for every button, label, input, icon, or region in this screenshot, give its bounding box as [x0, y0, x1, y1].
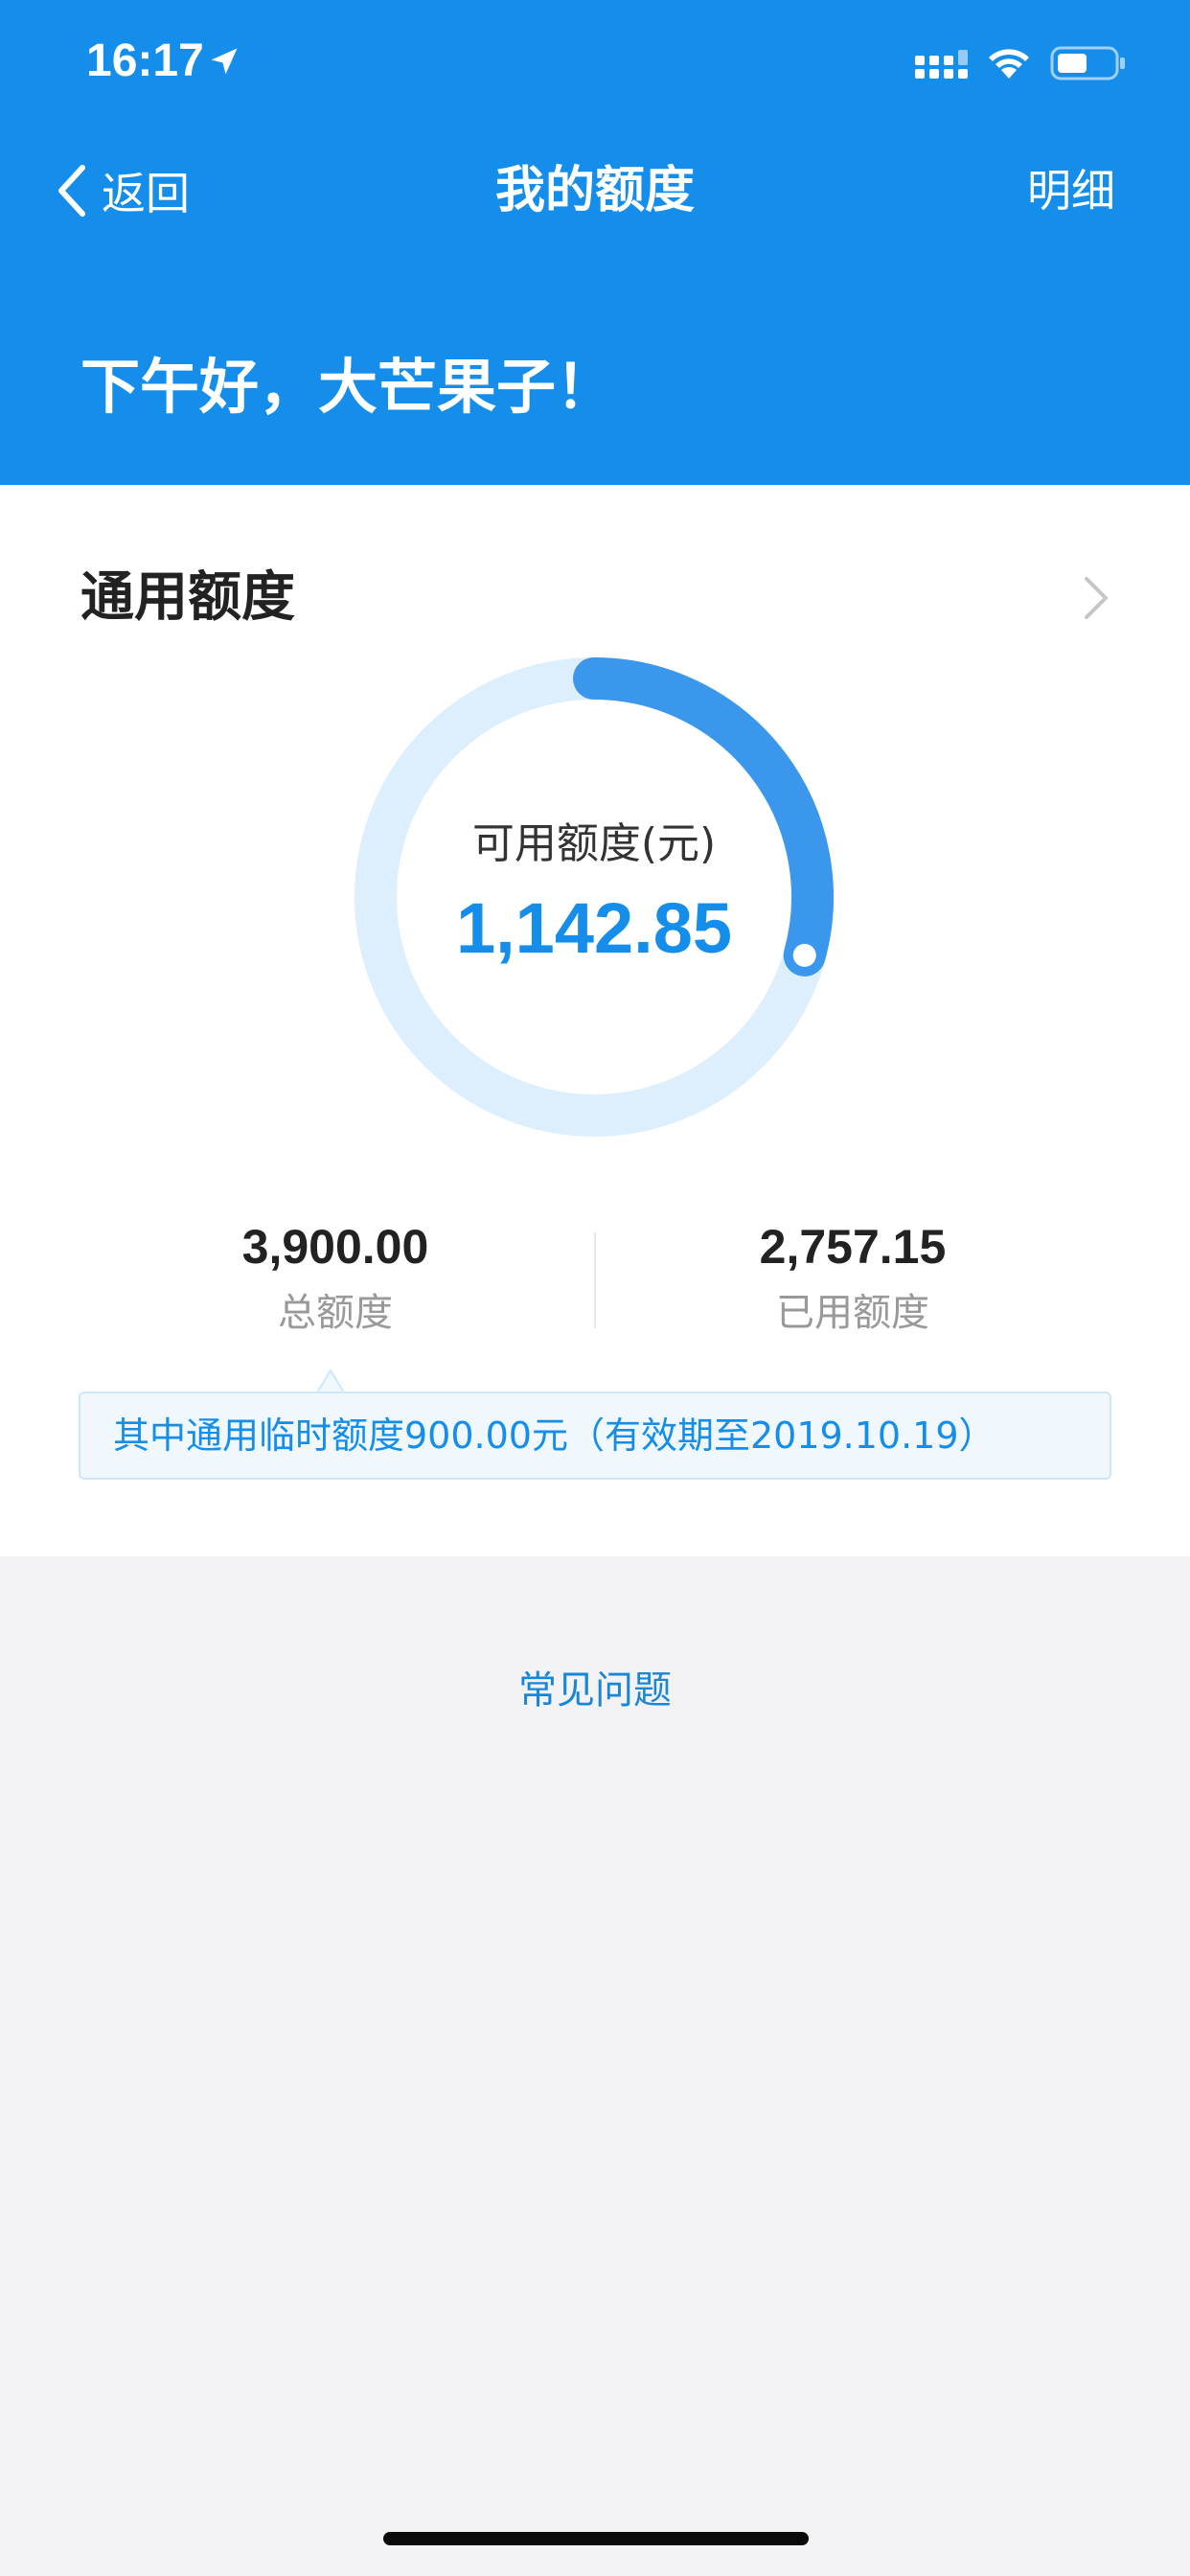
status-time: 16:17: [86, 35, 204, 86]
available-credit-label: 可用额度(元): [471, 819, 717, 868]
chevron-right-icon[interactable]: [1079, 571, 1113, 625]
total-credit-stat: 3,900.00 总额度: [144, 1213, 527, 1342]
page: 16:17 返回 我的额度 明细 下午好，大芒果子！ 通用额度 可用额度(元) …: [0, 0, 1190, 2576]
nav-bar: 返回 我的额度 明细: [0, 144, 1190, 240]
temporary-credit-notice: 其中通用临时额度900.00元（有效期至2019.10.19）: [79, 1392, 1111, 1480]
credit-stats: 3,900.00 总额度 2,757.15 已用额度: [0, 1213, 1190, 1357]
wifi-icon: [989, 49, 1029, 79]
total-credit-value: 3,900.00: [241, 1220, 429, 1274]
used-credit-label: 已用额度: [776, 1291, 929, 1335]
home-indicator[interactable]: [383, 2532, 809, 2545]
signal-icon: [915, 50, 968, 79]
status-bar: 16:17: [0, 0, 1190, 126]
location-arrow-icon: [211, 48, 238, 75]
used-credit-value: 2,757.15: [759, 1220, 947, 1274]
section-title: 通用额度: [80, 566, 295, 629]
total-credit-label: 总额度: [278, 1291, 393, 1335]
used-credit-stat: 2,757.15 已用额度: [661, 1213, 1044, 1342]
available-credit-value: 1,142.85: [455, 888, 733, 968]
faq-link[interactable]: 常见问题: [0, 1662, 1190, 1719]
details-button[interactable]: 明细: [1027, 157, 1115, 224]
stat-divider: [594, 1232, 596, 1328]
credit-ring: 可用额度(元) 1,142.85: [355, 657, 834, 1137]
page-title: 我的额度: [494, 162, 695, 219]
greeting-text: 下午好，大芒果子！: [80, 352, 616, 422]
battery-icon: [1050, 46, 1125, 80]
header: 16:17 返回 我的额度 明细 下午好，大芒果子！: [0, 0, 1190, 485]
notice-pointer-icon: [316, 1368, 345, 1393]
credit-card-panel: 通用额度 可用额度(元) 1,142.85 3,900.00 总额度 2,757…: [0, 485, 1190, 1556]
